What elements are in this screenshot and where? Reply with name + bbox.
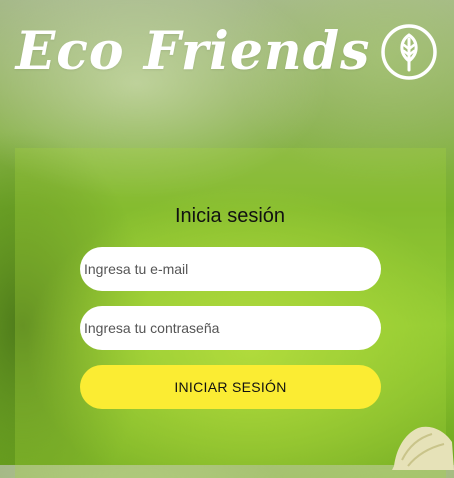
brand-header: Eco Friends bbox=[0, 12, 454, 92]
leaf-decoration bbox=[392, 426, 454, 470]
email-input[interactable] bbox=[80, 247, 381, 291]
brand-title: Eco Friends bbox=[15, 21, 371, 82]
tree-icon bbox=[380, 23, 438, 81]
login-button[interactable]: INICIAR SESIÓN bbox=[80, 365, 381, 409]
login-title: Inicia sesión bbox=[174, 205, 286, 227]
password-input[interactable] bbox=[80, 306, 381, 350]
